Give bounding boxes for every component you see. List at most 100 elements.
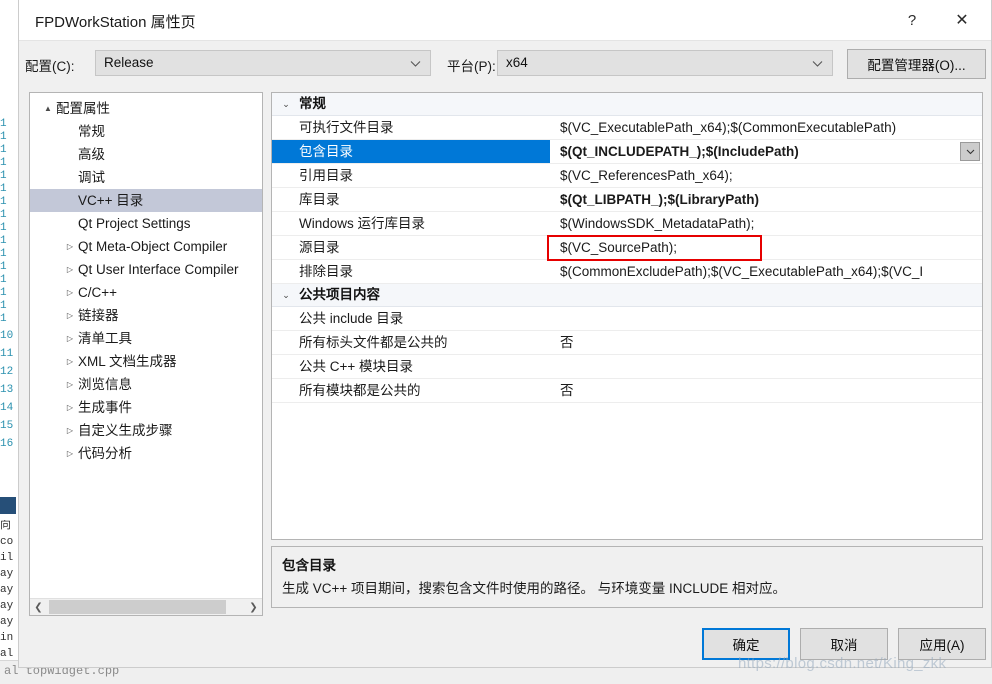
expand-collapse-icon-open[interactable]: ▲ bbox=[40, 97, 56, 120]
tree-item-12[interactable]: ▷ 浏览信息 bbox=[30, 373, 262, 396]
property-row[interactable]: Windows 运行库目录 $(WindowsSDK_MetadataPath); bbox=[272, 212, 982, 236]
configuration-manager-button[interactable]: 配置管理器(O)... bbox=[847, 49, 986, 79]
property-value[interactable]: $(VC_ExecutablePath_x64);$(CommonExecuta… bbox=[550, 116, 982, 139]
editor-line-number: 11 bbox=[0, 348, 14, 360]
property-value-dropdown-icon[interactable] bbox=[960, 142, 980, 161]
property-tree-panel: ▲ 配置属性 常规高级调试 VC++ 目录 Qt Project Settings ▷ Qt… bbox=[29, 92, 263, 616]
tree-item-10[interactable]: ▷ 清单工具 bbox=[30, 327, 262, 350]
property-row[interactable]: 可执行文件目录 $(VC_ExecutablePath_x64);$(Common… bbox=[272, 116, 982, 140]
tree-item-2[interactable]: 高级 bbox=[30, 143, 262, 166]
editor-line-number: 15 bbox=[0, 420, 14, 432]
property-value[interactable]: $(WindowsSDK_MetadataPath); bbox=[550, 212, 982, 235]
expand-collapse-icon-closed[interactable]: ▷ bbox=[62, 281, 78, 304]
tree-item-7[interactable]: ▷ Qt User Interface Compiler bbox=[30, 258, 262, 281]
tree-item-9[interactable]: ▷ 链接器 bbox=[30, 304, 262, 327]
property-value[interactable]: $(VC_SourcePath); bbox=[550, 236, 982, 259]
configuration-dropdown[interactable]: Release bbox=[95, 50, 431, 76]
tree-item-4[interactable]: VC++ 目录 bbox=[30, 189, 262, 212]
grid-category-label: 公共项目内容 bbox=[299, 287, 380, 302]
expand-collapse-icon-closed[interactable]: ▷ bbox=[62, 396, 78, 419]
close-icon[interactable]: ✕ bbox=[939, 0, 985, 40]
expand-collapse-icon-closed[interactable]: ▷ bbox=[62, 419, 78, 442]
tree-item-11[interactable]: ▷ XML 文档生成器 bbox=[30, 350, 262, 373]
platform-dropdown[interactable]: x64 bbox=[497, 50, 833, 76]
tree-item-8[interactable]: ▷ C/C++ bbox=[30, 281, 262, 304]
expand-collapse-icon-closed[interactable]: ▷ bbox=[62, 442, 78, 465]
property-value[interactable]: $(Qt_LIBPATH_);$(LibraryPath) bbox=[550, 188, 982, 211]
property-value[interactable] bbox=[550, 307, 982, 330]
property-row[interactable]: 引用目录 $(VC_ReferencesPath_x64); bbox=[272, 164, 982, 188]
tree-item-label: 调试 bbox=[78, 170, 105, 185]
property-name: 包含目录 bbox=[272, 140, 550, 163]
expand-collapse-icon-closed[interactable]: ▷ bbox=[62, 304, 78, 327]
property-grid-body: ⌄ 常规 可执行文件目录 $(VC_ExecutablePath_x64);$(Com… bbox=[272, 93, 982, 403]
property-pages-dialog: FPDWorkStation 属性页 ? ✕ 配置(C): Release 平台… bbox=[18, 0, 992, 668]
configuration-label: 配置(C): bbox=[25, 59, 75, 74]
editor-line-number: 16 bbox=[0, 438, 14, 450]
property-value[interactable]: 否 bbox=[550, 331, 982, 354]
property-value[interactable] bbox=[550, 355, 982, 378]
editor-line-number: 1 bbox=[0, 118, 7, 130]
property-row[interactable]: 公共 C++ 模块目录 bbox=[272, 355, 982, 379]
editor-code-fragment: ay bbox=[0, 600, 14, 612]
editor-code-fragment: al bbox=[0, 648, 14, 660]
editor-line-number: 1 bbox=[0, 261, 7, 273]
scroll-right-icon[interactable]: ❯ bbox=[245, 599, 262, 615]
tree-horizontal-scrollbar[interactable]: ❮ ❯ bbox=[30, 598, 262, 615]
property-row[interactable]: 公共 include 目录 bbox=[272, 307, 982, 331]
tree-item-1[interactable]: 常规 bbox=[30, 120, 262, 143]
editor-code-fragment: ay bbox=[0, 616, 14, 628]
tree-item-15[interactable]: ▷ 代码分析 bbox=[30, 442, 262, 465]
property-value[interactable]: $(VC_ReferencesPath_x64); bbox=[550, 164, 982, 187]
scrollbar-thumb[interactable] bbox=[49, 600, 226, 614]
tree-item-0[interactable]: ▲ 配置属性 bbox=[30, 97, 262, 120]
expand-collapse-icon-closed[interactable]: ▷ bbox=[62, 373, 78, 396]
property-value[interactable]: $(CommonExcludePath);$(VC_ExecutablePath… bbox=[550, 260, 982, 283]
editor-line-number: 1 bbox=[0, 274, 7, 286]
property-row[interactable]: 排除目录 $(CommonExcludePath);$(VC_Executable… bbox=[272, 260, 982, 284]
tree-item-6[interactable]: ▷ Qt Meta-Object Compiler bbox=[30, 235, 262, 258]
editor-code-fragment: ay bbox=[0, 584, 14, 596]
property-value[interactable]: 否 bbox=[550, 379, 982, 402]
tree-item-label: 浏览信息 bbox=[78, 377, 132, 392]
tree-item-label: 清单工具 bbox=[78, 331, 132, 346]
platform-value: x64 bbox=[506, 55, 528, 70]
expand-collapse-icon-closed[interactable]: ▷ bbox=[62, 327, 78, 350]
editor-code-fragment: il bbox=[0, 552, 14, 564]
help-icon[interactable]: ? bbox=[889, 0, 935, 40]
tree-item-label: 高级 bbox=[78, 147, 105, 162]
editor-line-number: 1 bbox=[0, 196, 7, 208]
property-row[interactable]: 包含目录 $(Qt_INCLUDEPATH_);$(IncludePath) bbox=[272, 140, 982, 164]
tree-item-3[interactable]: 调试 bbox=[30, 166, 262, 189]
chevron-down-icon bbox=[410, 58, 421, 69]
chevron-down-icon[interactable]: ⌄ bbox=[279, 284, 293, 306]
property-value[interactable]: $(Qt_INCLUDEPATH_);$(IncludePath) bbox=[550, 140, 982, 163]
cancel-button[interactable]: 取消 bbox=[800, 628, 888, 660]
property-name: 排除目录 bbox=[299, 264, 353, 279]
grid-category-header[interactable]: ⌄ 公共项目内容 bbox=[272, 284, 982, 307]
grid-category-header[interactable]: ⌄ 常规 bbox=[272, 93, 982, 116]
tree-item-5[interactable]: Qt Project Settings bbox=[30, 212, 262, 235]
expand-collapse-icon-closed[interactable]: ▷ bbox=[62, 350, 78, 373]
property-row[interactable]: 源目录 $(VC_SourcePath); bbox=[272, 236, 982, 260]
property-name: 库目录 bbox=[299, 192, 340, 207]
property-row[interactable]: 库目录 $(Qt_LIBPATH_);$(LibraryPath) bbox=[272, 188, 982, 212]
editor-code-fragment: in bbox=[0, 632, 14, 644]
chevron-down-icon[interactable]: ⌄ bbox=[279, 93, 293, 115]
property-tree: ▲ 配置属性 常规高级调试 VC++ 目录 Qt Project Settings ▷ Qt… bbox=[30, 97, 262, 597]
tree-item-label: VC++ 目录 bbox=[78, 193, 144, 208]
tree-spacer-icon bbox=[62, 212, 78, 235]
property-row[interactable]: 所有标头文件都是公共的 否 bbox=[272, 331, 982, 355]
tree-item-13[interactable]: ▷ 生成事件 bbox=[30, 396, 262, 419]
editor-line-number: 1 bbox=[0, 157, 7, 169]
apply-button[interactable]: 应用(A) bbox=[898, 628, 986, 660]
expand-collapse-icon-closed[interactable]: ▷ bbox=[62, 258, 78, 281]
tree-item-14[interactable]: ▷ 自定义生成步骤 bbox=[30, 419, 262, 442]
scroll-left-icon[interactable]: ❮ bbox=[30, 599, 47, 615]
expand-collapse-icon-closed[interactable]: ▷ bbox=[62, 235, 78, 258]
ok-button[interactable]: 确定 bbox=[702, 628, 790, 660]
tree-item-label: 链接器 bbox=[78, 308, 119, 323]
property-row[interactable]: 所有模块都是公共的 否 bbox=[272, 379, 982, 403]
property-name: 所有模块都是公共的 bbox=[299, 383, 421, 398]
tree-item-label: Qt Project Settings bbox=[78, 216, 191, 231]
